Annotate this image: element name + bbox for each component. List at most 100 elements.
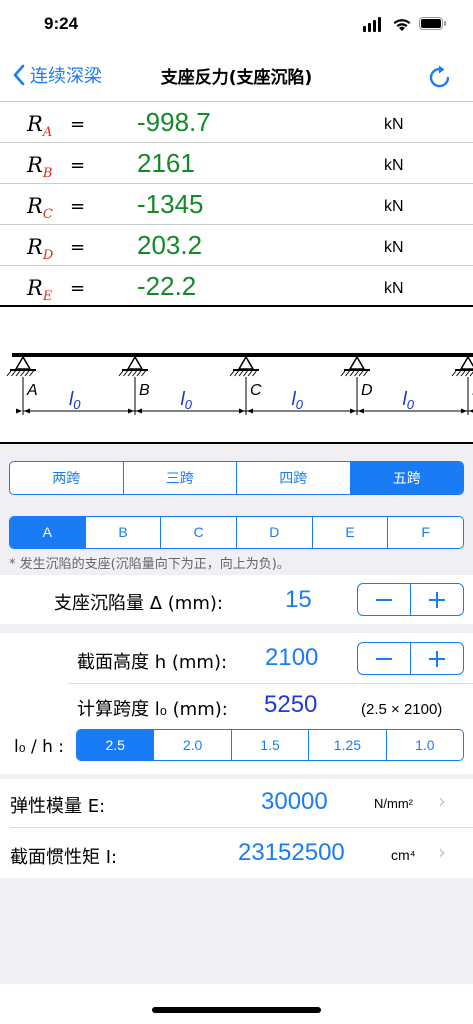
seg-ratio-2-0[interactable]: 2.0	[154, 730, 232, 760]
battery-icon	[419, 17, 446, 30]
reaction-value: -1345	[137, 189, 204, 219]
status-bar: 9:24	[0, 0, 473, 48]
navigation-bar: 连续深梁 支座反力(支座沉陷)	[0, 48, 473, 102]
seg-ratio-1-5[interactable]: 1.5	[232, 730, 310, 760]
material-panel: 弹性模量 E: 30000 N/mm² › 截面惯性矩 I: 23152500 …	[0, 779, 473, 878]
span-length-label: l0	[181, 389, 193, 412]
dimension-arrow	[350, 408, 356, 414]
support-triangle	[348, 355, 366, 370]
settlement-panel: 支座沉陷量 Δ (mm): 15	[0, 575, 473, 624]
seg-ratio-1-25[interactable]: 1.25	[309, 730, 387, 760]
support-hatch	[141, 370, 146, 377]
height-stepper	[357, 642, 464, 675]
chevron-right-icon: ›	[438, 840, 446, 864]
seg-four-spans[interactable]: 四跨	[237, 462, 351, 494]
seg-five-spans[interactable]: 五跨	[350, 462, 463, 494]
equals-sign: =	[70, 237, 86, 258]
height-value[interactable]: 2100	[265, 644, 318, 672]
back-button[interactable]: 连续深梁	[12, 62, 102, 88]
seg-two-spans[interactable]: 两跨	[10, 462, 124, 494]
inertia-value: 23152500	[238, 839, 345, 866]
equals-sign: =	[70, 278, 86, 299]
settlement-value[interactable]: 15	[285, 586, 312, 614]
support-label: B	[139, 382, 150, 399]
span-length-label: l0	[403, 389, 415, 412]
support-hatch	[345, 370, 350, 377]
seg-support-b[interactable]: B	[86, 517, 162, 548]
reaction-results: RA = -998.7 kN RB = 2161 kN RC = -1345 k…	[0, 102, 473, 306]
reaction-label: RA	[27, 112, 53, 141]
refresh-icon[interactable]	[427, 64, 453, 90]
dimension-arrow	[136, 408, 142, 414]
reaction-label: RD	[27, 235, 54, 264]
height-decrement-button[interactable]	[358, 643, 411, 674]
inertia-row[interactable]: 截面惯性矩 I: 23152500 cm⁴ ›	[0, 828, 473, 878]
seg-support-d[interactable]: D	[237, 517, 313, 548]
inertia-unit: cm⁴	[391, 847, 416, 863]
seg-support-a[interactable]: A	[10, 517, 86, 548]
support-hatch	[243, 370, 248, 377]
signal-icon	[363, 17, 381, 32]
settlement-label: 支座沉陷量 Δ (mm):	[54, 593, 223, 614]
height-increment-button[interactable]	[411, 643, 463, 674]
dimension-arrow	[247, 408, 253, 414]
spans-segmented-control: 两跨 三跨 四跨 五跨	[9, 461, 464, 495]
support-hatch	[340, 370, 346, 377]
reaction-value: -998.7	[137, 107, 211, 137]
seg-support-e[interactable]: E	[313, 517, 389, 548]
span-hint: (2.5 × 2100)	[361, 701, 443, 718]
reaction-row-b: RB = 2161 kN	[0, 143, 473, 184]
support-hatch	[234, 370, 239, 377]
span-length-label: l0	[292, 389, 304, 412]
seg-ratio-2-5[interactable]: 2.5	[77, 730, 155, 760]
ratio-label: l₀ / h :	[14, 737, 64, 757]
support-hatch	[24, 370, 30, 377]
support-hatch	[349, 370, 355, 377]
seg-support-f[interactable]: F	[388, 517, 463, 548]
settlement-decrement-button[interactable]	[358, 584, 411, 615]
equals-sign: =	[70, 196, 86, 217]
support-hatch	[127, 370, 133, 377]
support-triangle	[14, 355, 32, 370]
ratio-segmented-control: 2.5 2.0 1.5 1.25 1.0	[76, 729, 464, 761]
support-label: A	[26, 382, 38, 399]
support-hatch	[354, 370, 359, 377]
section-panel: 截面高度 h (mm): 2100 计算跨度 l₀ (mm): 5250 (2.…	[0, 633, 473, 774]
support-hatch	[252, 370, 257, 377]
seg-ratio-1-0[interactable]: 1.0	[387, 730, 463, 760]
reaction-unit: kN	[384, 157, 404, 174]
settlement-note: * 发生沉陷的支座(沉陷量向下为正，向上为负)。	[9, 557, 290, 572]
status-time: 9:24	[44, 14, 79, 33]
back-label: 连续深梁	[30, 66, 102, 87]
reaction-label: RE	[27, 276, 53, 305]
support-triangle	[459, 355, 473, 370]
height-label: 截面高度 h (mm):	[77, 652, 228, 673]
beam-line	[12, 353, 473, 357]
reaction-row-a: RA = -998.7 kN	[0, 102, 473, 143]
support-hatch	[358, 370, 364, 377]
plus-icon	[429, 591, 445, 608]
seg-three-spans[interactable]: 三跨	[124, 462, 237, 494]
support-hatch	[11, 370, 16, 377]
support-hatch	[465, 370, 470, 377]
support-hatch	[460, 370, 466, 377]
inertia-label: 截面惯性矩 I:	[10, 847, 118, 868]
seg-support-c[interactable]: C	[161, 517, 238, 548]
beam-diagram: ABCDEl0l0l0l0	[0, 307, 473, 444]
support-hatch	[15, 370, 21, 377]
dimension-arrow	[128, 408, 134, 414]
reaction-value: 2161	[137, 148, 195, 178]
support-label: D	[361, 382, 373, 399]
home-indicator	[152, 1007, 321, 1013]
support-hatch	[451, 370, 457, 377]
span-length-label: l0	[69, 389, 81, 412]
reaction-value: -22.2	[137, 271, 197, 301]
modulus-row[interactable]: 弹性模量 E: 30000 N/mm² ›	[0, 779, 473, 827]
settlement-stepper	[357, 583, 464, 616]
settlement-increment-button[interactable]	[411, 584, 463, 615]
dimension-arrow	[16, 408, 22, 414]
status-icons	[363, 17, 446, 32]
support-segmented-control: A B C D E F	[9, 516, 464, 549]
support-triangle	[126, 355, 144, 370]
equals-sign: =	[70, 114, 86, 135]
